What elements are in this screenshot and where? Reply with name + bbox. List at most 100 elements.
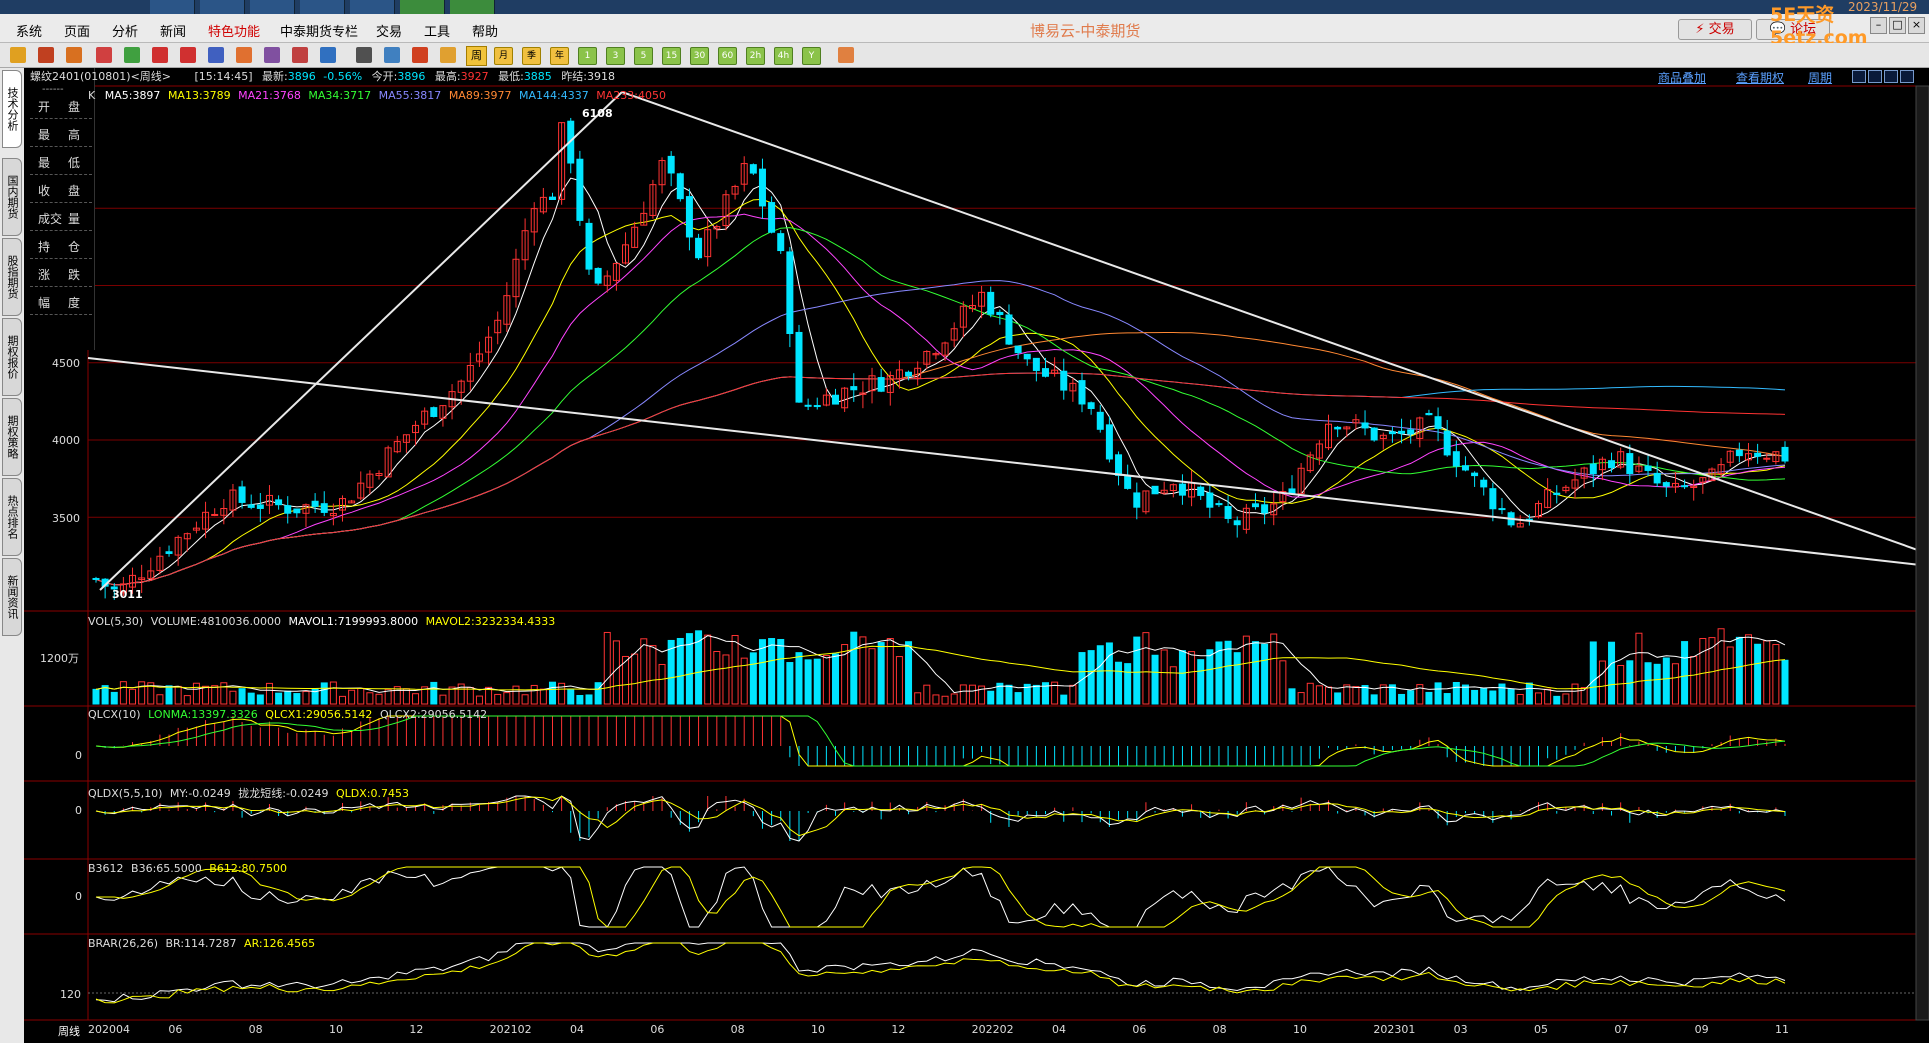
window-icon[interactable] (208, 47, 224, 63)
volume-bar (1662, 657, 1670, 705)
layout-1-button[interactable] (1852, 70, 1866, 83)
period-5min-button[interactable]: 5 (634, 47, 653, 65)
back-arrow-icon[interactable] (10, 47, 26, 63)
period-30min-button[interactable]: 30 (690, 47, 709, 65)
indicator-icon[interactable] (292, 47, 308, 63)
taskbar-app[interactable] (150, 0, 195, 14)
quote-label-a: 开 (38, 100, 51, 114)
quote-divider (30, 258, 92, 260)
candle-body (1233, 520, 1241, 526)
quote-label-a: 成交 (38, 212, 63, 226)
list-icon[interactable] (384, 47, 400, 63)
period-3min-button[interactable]: 3 (606, 47, 625, 65)
taskbar-app[interactable] (350, 0, 395, 14)
period-month-button[interactable]: 月 (494, 47, 513, 65)
candle-body (1151, 485, 1159, 495)
qldx-axis-label: 0 (75, 804, 82, 817)
candle-body (777, 233, 785, 252)
period-15min-button[interactable]: 15 (662, 47, 681, 65)
ma5-label: MA5:3897 (104, 89, 161, 102)
period-link[interactable]: 周期 (1808, 69, 1832, 86)
pen-icon[interactable] (236, 47, 252, 63)
b3612-name: B3612 (88, 862, 124, 875)
menu-system[interactable]: 系统 (16, 21, 42, 40)
candle-body (211, 513, 219, 516)
menu-trade[interactable]: 交易 (376, 21, 402, 40)
quote-divider (30, 146, 92, 148)
peak-label: 6108 (582, 107, 613, 120)
volume-bar (968, 684, 976, 705)
period-y-button[interactable]: Y (802, 47, 821, 65)
menu-zhongtai-column[interactable]: 中泰期货专栏 (280, 21, 358, 40)
volume-bar (768, 638, 776, 705)
taskbar-app[interactable] (200, 0, 245, 14)
layout-4-button[interactable] (1900, 70, 1914, 83)
taskbar-app[interactable] (250, 0, 295, 14)
taskbar-app[interactable] (450, 0, 495, 14)
calendar-icon[interactable] (838, 47, 854, 63)
menu-analysis[interactable]: 分析 (112, 21, 138, 40)
ma-line (95, 213, 1786, 586)
zoom-in-icon[interactable] (152, 47, 168, 63)
taskbar-app[interactable] (400, 0, 445, 14)
volume-bar (731, 635, 739, 705)
zoom-out-icon[interactable] (180, 47, 196, 63)
x-tick-label: 202004 (88, 1023, 130, 1036)
volume-bar (850, 631, 858, 705)
menu-page[interactable]: 页面 (64, 21, 90, 40)
volume-bar (494, 693, 502, 705)
volume-bar (1087, 650, 1095, 705)
qldx-name: QLDX(5,5,10) (88, 787, 163, 800)
chart-info-bar: 螺纹2401(010801)<周线> [15:14:45] 最新:3896 -0… (30, 68, 615, 85)
candle-body (1261, 504, 1269, 514)
overlay-commodity-link[interactable]: 商品叠加 (1658, 69, 1706, 86)
candle-body (1443, 430, 1451, 456)
quote-icon[interactable] (96, 47, 112, 63)
chart-canvas[interactable] (0, 68, 1929, 1043)
draw-icon[interactable] (264, 47, 280, 63)
period-year-button[interactable]: 年 (550, 47, 569, 65)
home-icon[interactable] (38, 47, 54, 63)
layout-2-button[interactable] (1868, 70, 1882, 83)
period-1min-button[interactable]: 1 (578, 47, 597, 65)
period-60min-button[interactable]: 60 (718, 47, 737, 65)
menu-tools[interactable]: 工具 (424, 21, 450, 40)
volume-bar (1571, 683, 1579, 705)
period-week-button[interactable]: 周 (466, 46, 487, 66)
volume-bar (1224, 640, 1232, 705)
view-options-link[interactable]: 查看期权 (1736, 69, 1784, 86)
period-4h-button[interactable]: 4h (774, 47, 793, 65)
grid-icon[interactable] (356, 47, 372, 63)
volume-bar (256, 694, 264, 705)
volume-bar (649, 645, 657, 705)
volume-bar (640, 638, 648, 705)
quote-row: 收盘 (30, 182, 92, 203)
menu-features[interactable]: 特色功能 (208, 21, 260, 40)
taskbar-app[interactable] (300, 0, 345, 14)
volume-bar (1452, 681, 1460, 705)
volume-bar (92, 688, 100, 705)
period-quarter-button[interactable]: 季 (522, 47, 541, 65)
trade-button[interactable]: ⚡ 交易 (1678, 19, 1752, 40)
menu-help[interactable]: 帮助 (472, 21, 498, 40)
volume-bar (1608, 641, 1616, 705)
tick-icon[interactable] (412, 47, 428, 63)
menu-news[interactable]: 新闻 (160, 21, 186, 40)
refresh-icon[interactable] (124, 47, 140, 63)
b3612-b612: B612:80.7500 (209, 862, 288, 875)
chart-area[interactable] (0, 68, 1929, 1043)
settings-icon[interactable] (320, 47, 336, 63)
day-icon[interactable] (440, 47, 456, 63)
prev-label: 昨结: (561, 70, 588, 83)
volume-bar (348, 689, 356, 705)
volume-bar (1334, 692, 1342, 705)
period-2h-button[interactable]: 2h (746, 47, 765, 65)
folder-icon[interactable] (66, 47, 82, 63)
candle-body (1370, 427, 1378, 441)
quote-row: 成交量 (30, 210, 92, 231)
volume-bar (667, 639, 675, 705)
volume-bar (339, 695, 347, 705)
qldx-my: MY:-0.0249 (169, 787, 231, 800)
layout-3-button[interactable] (1884, 70, 1898, 83)
volume-bar (631, 653, 639, 705)
